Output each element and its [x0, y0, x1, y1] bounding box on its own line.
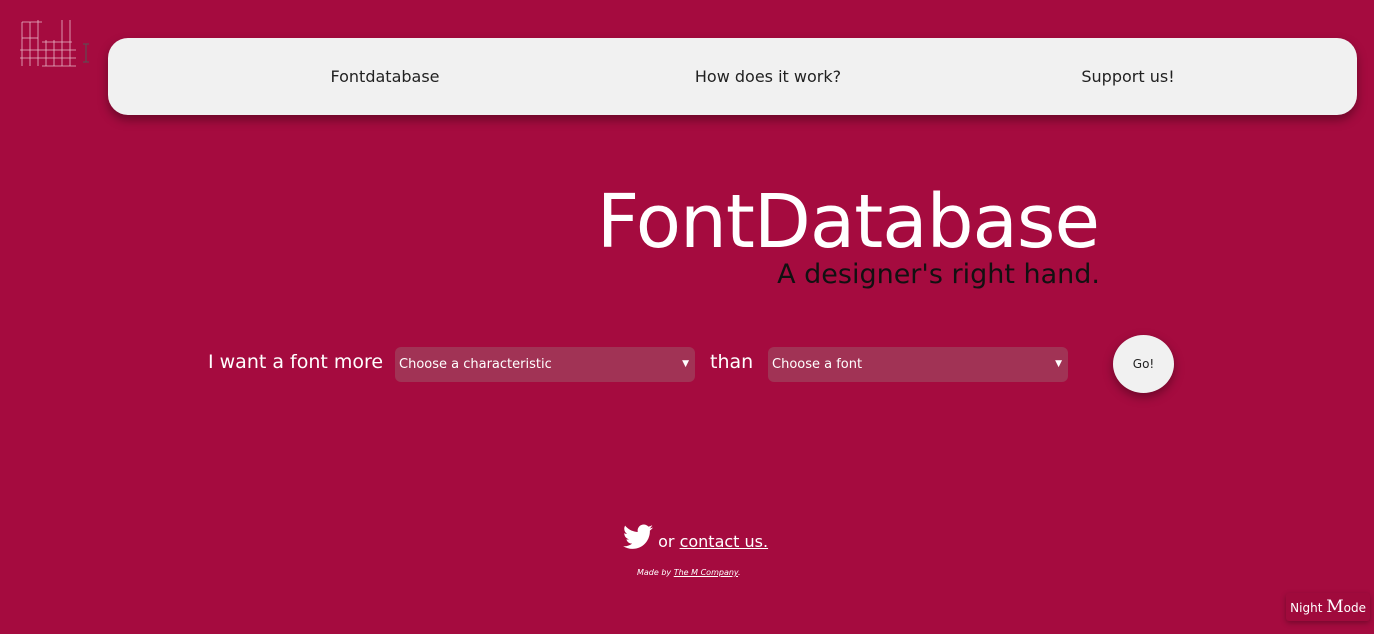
- night-mode-suffix: ode: [1343, 601, 1366, 615]
- hero-title: FontDatabase: [596, 179, 1100, 265]
- characteristic-select[interactable]: Choose a characteristic ▼: [395, 347, 695, 382]
- made-by-prefix: Made by: [637, 568, 672, 577]
- nav-link-support-us[interactable]: Support us!: [1081, 38, 1174, 115]
- nav-link-how-it-works[interactable]: How does it work?: [695, 38, 841, 115]
- dropdown-arrow-icon: ▼: [1055, 359, 1062, 369]
- font-select[interactable]: Choose a font ▼: [768, 347, 1068, 382]
- font-select-value: Choose a font: [772, 357, 863, 372]
- twitter-icon[interactable]: [623, 524, 653, 550]
- company-link[interactable]: The M Company: [674, 568, 738, 577]
- night-mode-toggle[interactable]: Night Mode: [1286, 593, 1370, 621]
- nav-link-fontdatabase[interactable]: Fontdatabase: [330, 38, 439, 115]
- hero-subtitle: A designer's right hand.: [777, 259, 1100, 290]
- footer-contact: or contact us.: [623, 524, 768, 554]
- fd-logo[interactable]: [20, 20, 94, 68]
- made-by-suffix: .: [738, 568, 741, 577]
- form-prefix-label: I want a font more: [208, 351, 384, 373]
- characteristic-select-value: Choose a characteristic: [399, 357, 552, 372]
- footer-or-text: or: [658, 532, 675, 551]
- night-mode-m-glyph: M: [1326, 597, 1344, 617]
- fd-logo-icon: [20, 20, 89, 67]
- go-button[interactable]: Go!: [1113, 335, 1174, 393]
- dropdown-arrow-icon: ▼: [682, 359, 689, 369]
- form-connector-label: than: [710, 351, 754, 373]
- night-mode-prefix: Night: [1290, 601, 1323, 615]
- top-navbar: Fontdatabase How does it work? Support u…: [108, 38, 1357, 115]
- contact-us-link[interactable]: contact us.: [680, 532, 769, 551]
- made-by-credit: Made by The M Company.: [637, 568, 741, 577]
